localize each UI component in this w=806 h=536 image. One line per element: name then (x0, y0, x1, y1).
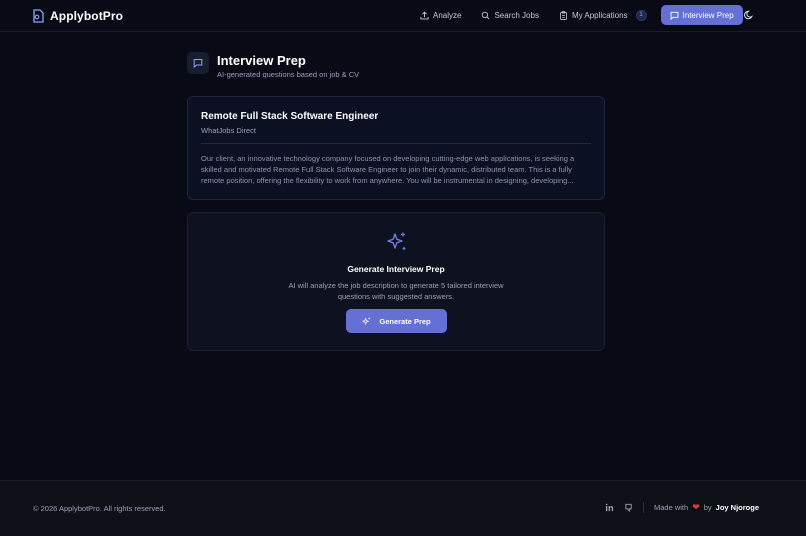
page-icon (187, 52, 209, 74)
search-icon (482, 11, 490, 19)
nav-analyze-label: Analyze (433, 10, 462, 20)
author-name[interactable]: Joy Njoroge (716, 503, 759, 512)
nav-analyze[interactable]: Analyze (414, 5, 467, 25)
sparkles-icon (387, 232, 406, 250)
nav-my-applications[interactable]: My Applications 1 (553, 5, 653, 25)
footer-separator (643, 502, 644, 513)
logo-icon (33, 9, 44, 23)
generate-description: AI will analyze the job description to g… (288, 281, 504, 301)
top-navbar: ApplybotPro Analyze Search Jobs My Appli… (0, 0, 806, 32)
job-company: WhatJobs Direct (201, 126, 257, 135)
footer-links: Made with ❤ by Joy Njoroge (605, 502, 759, 513)
heart-icon: ❤ (692, 502, 700, 512)
generate-title: Generate Interview Prep (347, 264, 445, 274)
page-subtitle: AI-generated questions based on job & CV (217, 70, 360, 79)
upload-icon (420, 11, 429, 19)
brand-logo-link[interactable]: ApplybotPro (32, 7, 123, 25)
main-nav: Analyze Search Jobs My Applications 1 In… (414, 5, 743, 25)
generate-prep-button[interactable]: Generate Prep (346, 309, 447, 333)
nav-search-jobs-label: Search Jobs (494, 10, 539, 20)
generate-prep-button-label: Generate Prep (379, 316, 431, 326)
nav-my-applications-label: My Applications (571, 10, 628, 20)
brand-name: ApplybotPro (50, 9, 124, 23)
made-with-credit: Made with ❤ by Joy Njoroge (654, 502, 759, 513)
github-icon[interactable] (624, 503, 633, 512)
clipboard-icon (560, 10, 567, 20)
job-description: Our client, an innovative technology com… (201, 154, 575, 185)
copyright-text: © 2026 ApplybotPro. All rights reserved. (33, 504, 166, 513)
sparkles-icon (362, 317, 371, 325)
nav-search-jobs[interactable]: Search Jobs (475, 5, 544, 25)
page-header: Interview Prep AI-generated questions ba… (187, 52, 359, 79)
applications-count-badge: 1 (635, 9, 647, 21)
by-text: by (703, 503, 712, 512)
job-summary-card: Remote Full Stack Software Engineer What… (187, 96, 605, 200)
chat-icon (670, 11, 678, 20)
generate-prep-card: Generate Interview Prep AI will analyze … (187, 212, 605, 351)
made-with-text: Made with (654, 503, 689, 512)
job-title: Remote Full Stack Software Engineer (201, 111, 379, 122)
page-title: Interview Prep (217, 53, 306, 68)
chat-icon (193, 59, 203, 68)
linkedin-icon[interactable] (605, 503, 614, 512)
footer: © 2026 ApplybotPro. All rights reserved.… (0, 480, 806, 536)
nav-interview-prep-label: Interview Prep (682, 10, 734, 20)
nav-interview-prep[interactable]: Interview Prep (660, 5, 743, 25)
moon-icon[interactable] (744, 10, 754, 20)
divider (201, 143, 591, 144)
